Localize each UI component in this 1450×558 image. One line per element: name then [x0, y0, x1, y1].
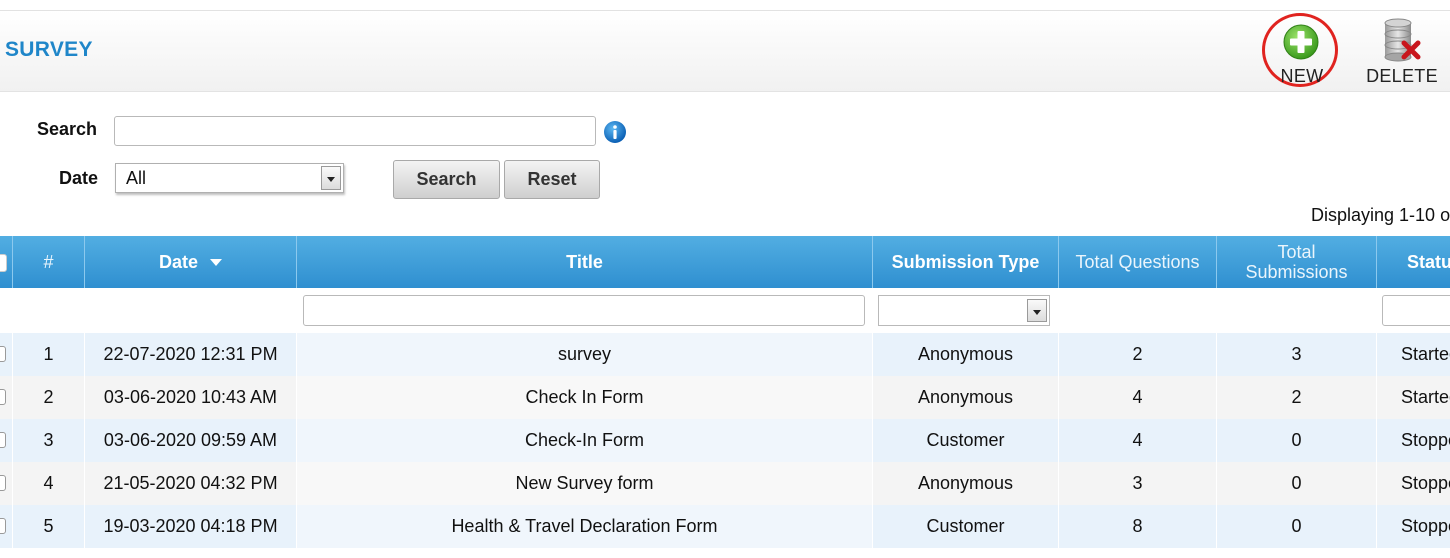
- date-select-value: All: [126, 168, 147, 188]
- paging-info: Displaying 1-10 o: [1311, 205, 1450, 225]
- table-body: 1 22-07-2020 12:31 PM survey Anonymous 2 3 Sta…: [0, 333, 1450, 548]
- filter-row: [0, 288, 1450, 333]
- status-filter-input[interactable]: [1382, 295, 1450, 326]
- table-row[interactable]: 1 22-07-2020 12:31 PM survey Anonymous 2 3 Sta…: [0, 333, 1450, 376]
- info-icon[interactable]: [603, 120, 627, 149]
- cell-total-submissions: 0: [1216, 505, 1376, 548]
- cell-submission-type: Customer: [872, 505, 1058, 548]
- cell-submission-type: Anonymous: [872, 376, 1058, 419]
- cell-date: 21-05-2020 04:32 PM: [84, 462, 296, 505]
- cell-date: 22-07-2020 12:31 PM: [84, 333, 296, 376]
- cell-total-submissions: 0: [1216, 419, 1376, 462]
- cell-submission-type: Anonymous: [872, 333, 1058, 376]
- table-row[interactable]: 5 19-03-2020 04:18 PM Health & Travel Decl…: [0, 505, 1450, 548]
- cell-total-questions: 4: [1058, 419, 1216, 462]
- cell-date: 03-06-2020 10:43 AM: [84, 376, 296, 419]
- cell-total-questions: 3: [1058, 462, 1216, 505]
- column-status[interactable]: Status: [1376, 236, 1450, 288]
- cell-title: Health & Travel Declaration Form: [296, 505, 872, 548]
- cell-total-questions: 8: [1058, 505, 1216, 548]
- cell-total-submissions: 2: [1216, 376, 1376, 419]
- new-button-label: NEW: [1280, 66, 1324, 86]
- date-label: Date: [59, 168, 99, 188]
- cell-num: 4: [12, 462, 84, 505]
- new-button[interactable]: NEW: [1262, 13, 1342, 93]
- title-filter-input[interactable]: [303, 295, 865, 326]
- search-button[interactable]: Search: [393, 160, 500, 199]
- cell-title: New Survey form: [296, 462, 872, 505]
- cell-status: Stopped: [1376, 505, 1450, 548]
- table-header: # Date Title Submission Type Total Quest…: [0, 236, 1450, 288]
- cell-date: 19-03-2020 04:18 PM: [84, 505, 296, 548]
- cell-num: 3: [12, 419, 84, 462]
- row-checkbox[interactable]: [0, 346, 6, 362]
- cell-date: 03-06-2020 09:59 AM: [84, 419, 296, 462]
- chevron-down-icon[interactable]: [321, 166, 341, 190]
- row-checkbox[interactable]: [0, 518, 6, 534]
- table-row[interactable]: 3 03-06-2020 09:59 AM Check-In Form Custome…: [0, 419, 1450, 462]
- cell-title: Check In Form: [296, 376, 872, 419]
- cell-num: 2: [12, 376, 84, 419]
- column-number[interactable]: #: [12, 236, 84, 288]
- cell-submission-type: Anonymous: [872, 462, 1058, 505]
- cell-num: 1: [12, 333, 84, 376]
- plus-circle-icon: [1283, 24, 1319, 65]
- cell-submission-type: Customer: [872, 419, 1058, 462]
- sort-desc-icon: [210, 258, 222, 266]
- cell-total-submissions: 0: [1216, 462, 1376, 505]
- search-input[interactable]: [114, 116, 596, 146]
- column-title[interactable]: Title: [296, 236, 872, 288]
- column-date[interactable]: Date: [84, 236, 296, 288]
- column-date-label: Date: [158, 252, 198, 272]
- date-select[interactable]: All: [115, 163, 344, 193]
- cell-status: Started: [1376, 376, 1450, 419]
- column-total-submissions[interactable]: Total Submissions: [1216, 236, 1376, 288]
- select-all-column[interactable]: [0, 236, 12, 288]
- select-all-checkbox[interactable]: [0, 254, 7, 272]
- column-total-questions[interactable]: Total Questions: [1058, 236, 1216, 288]
- table-row[interactable]: 2 03-06-2020 10:43 AM Check In Form Anonymo…: [0, 376, 1450, 419]
- cell-title: survey: [296, 333, 872, 376]
- cell-title: Check-In Form: [296, 419, 872, 462]
- column-submission-type[interactable]: Submission Type: [872, 236, 1058, 288]
- cell-status: Stopped: [1376, 419, 1450, 462]
- row-checkbox[interactable]: [0, 475, 6, 491]
- search-label: Search: [37, 119, 98, 139]
- database-delete-icon: [1382, 17, 1422, 68]
- row-checkbox[interactable]: [0, 389, 6, 405]
- table-row[interactable]: 4 21-05-2020 04:32 PM New Survey form Anony…: [0, 462, 1450, 505]
- reset-button[interactable]: Reset: [504, 160, 600, 199]
- delete-button[interactable]: DELETE: [1362, 17, 1442, 87]
- page-header: SURVEY: [0, 11, 1450, 92]
- cell-total-questions: 2: [1058, 333, 1216, 376]
- cell-status: Stopped: [1376, 462, 1450, 505]
- chevron-down-icon[interactable]: [1027, 299, 1047, 322]
- page-title: SURVEY: [5, 38, 93, 61]
- cell-num: 5: [12, 505, 84, 548]
- cell-total-submissions: 3: [1216, 333, 1376, 376]
- cell-status: Started: [1376, 333, 1450, 376]
- cell-total-questions: 4: [1058, 376, 1216, 419]
- delete-button-label: DELETE: [1366, 66, 1438, 86]
- submission-type-filter-select[interactable]: [878, 295, 1050, 326]
- row-checkbox[interactable]: [0, 432, 6, 448]
